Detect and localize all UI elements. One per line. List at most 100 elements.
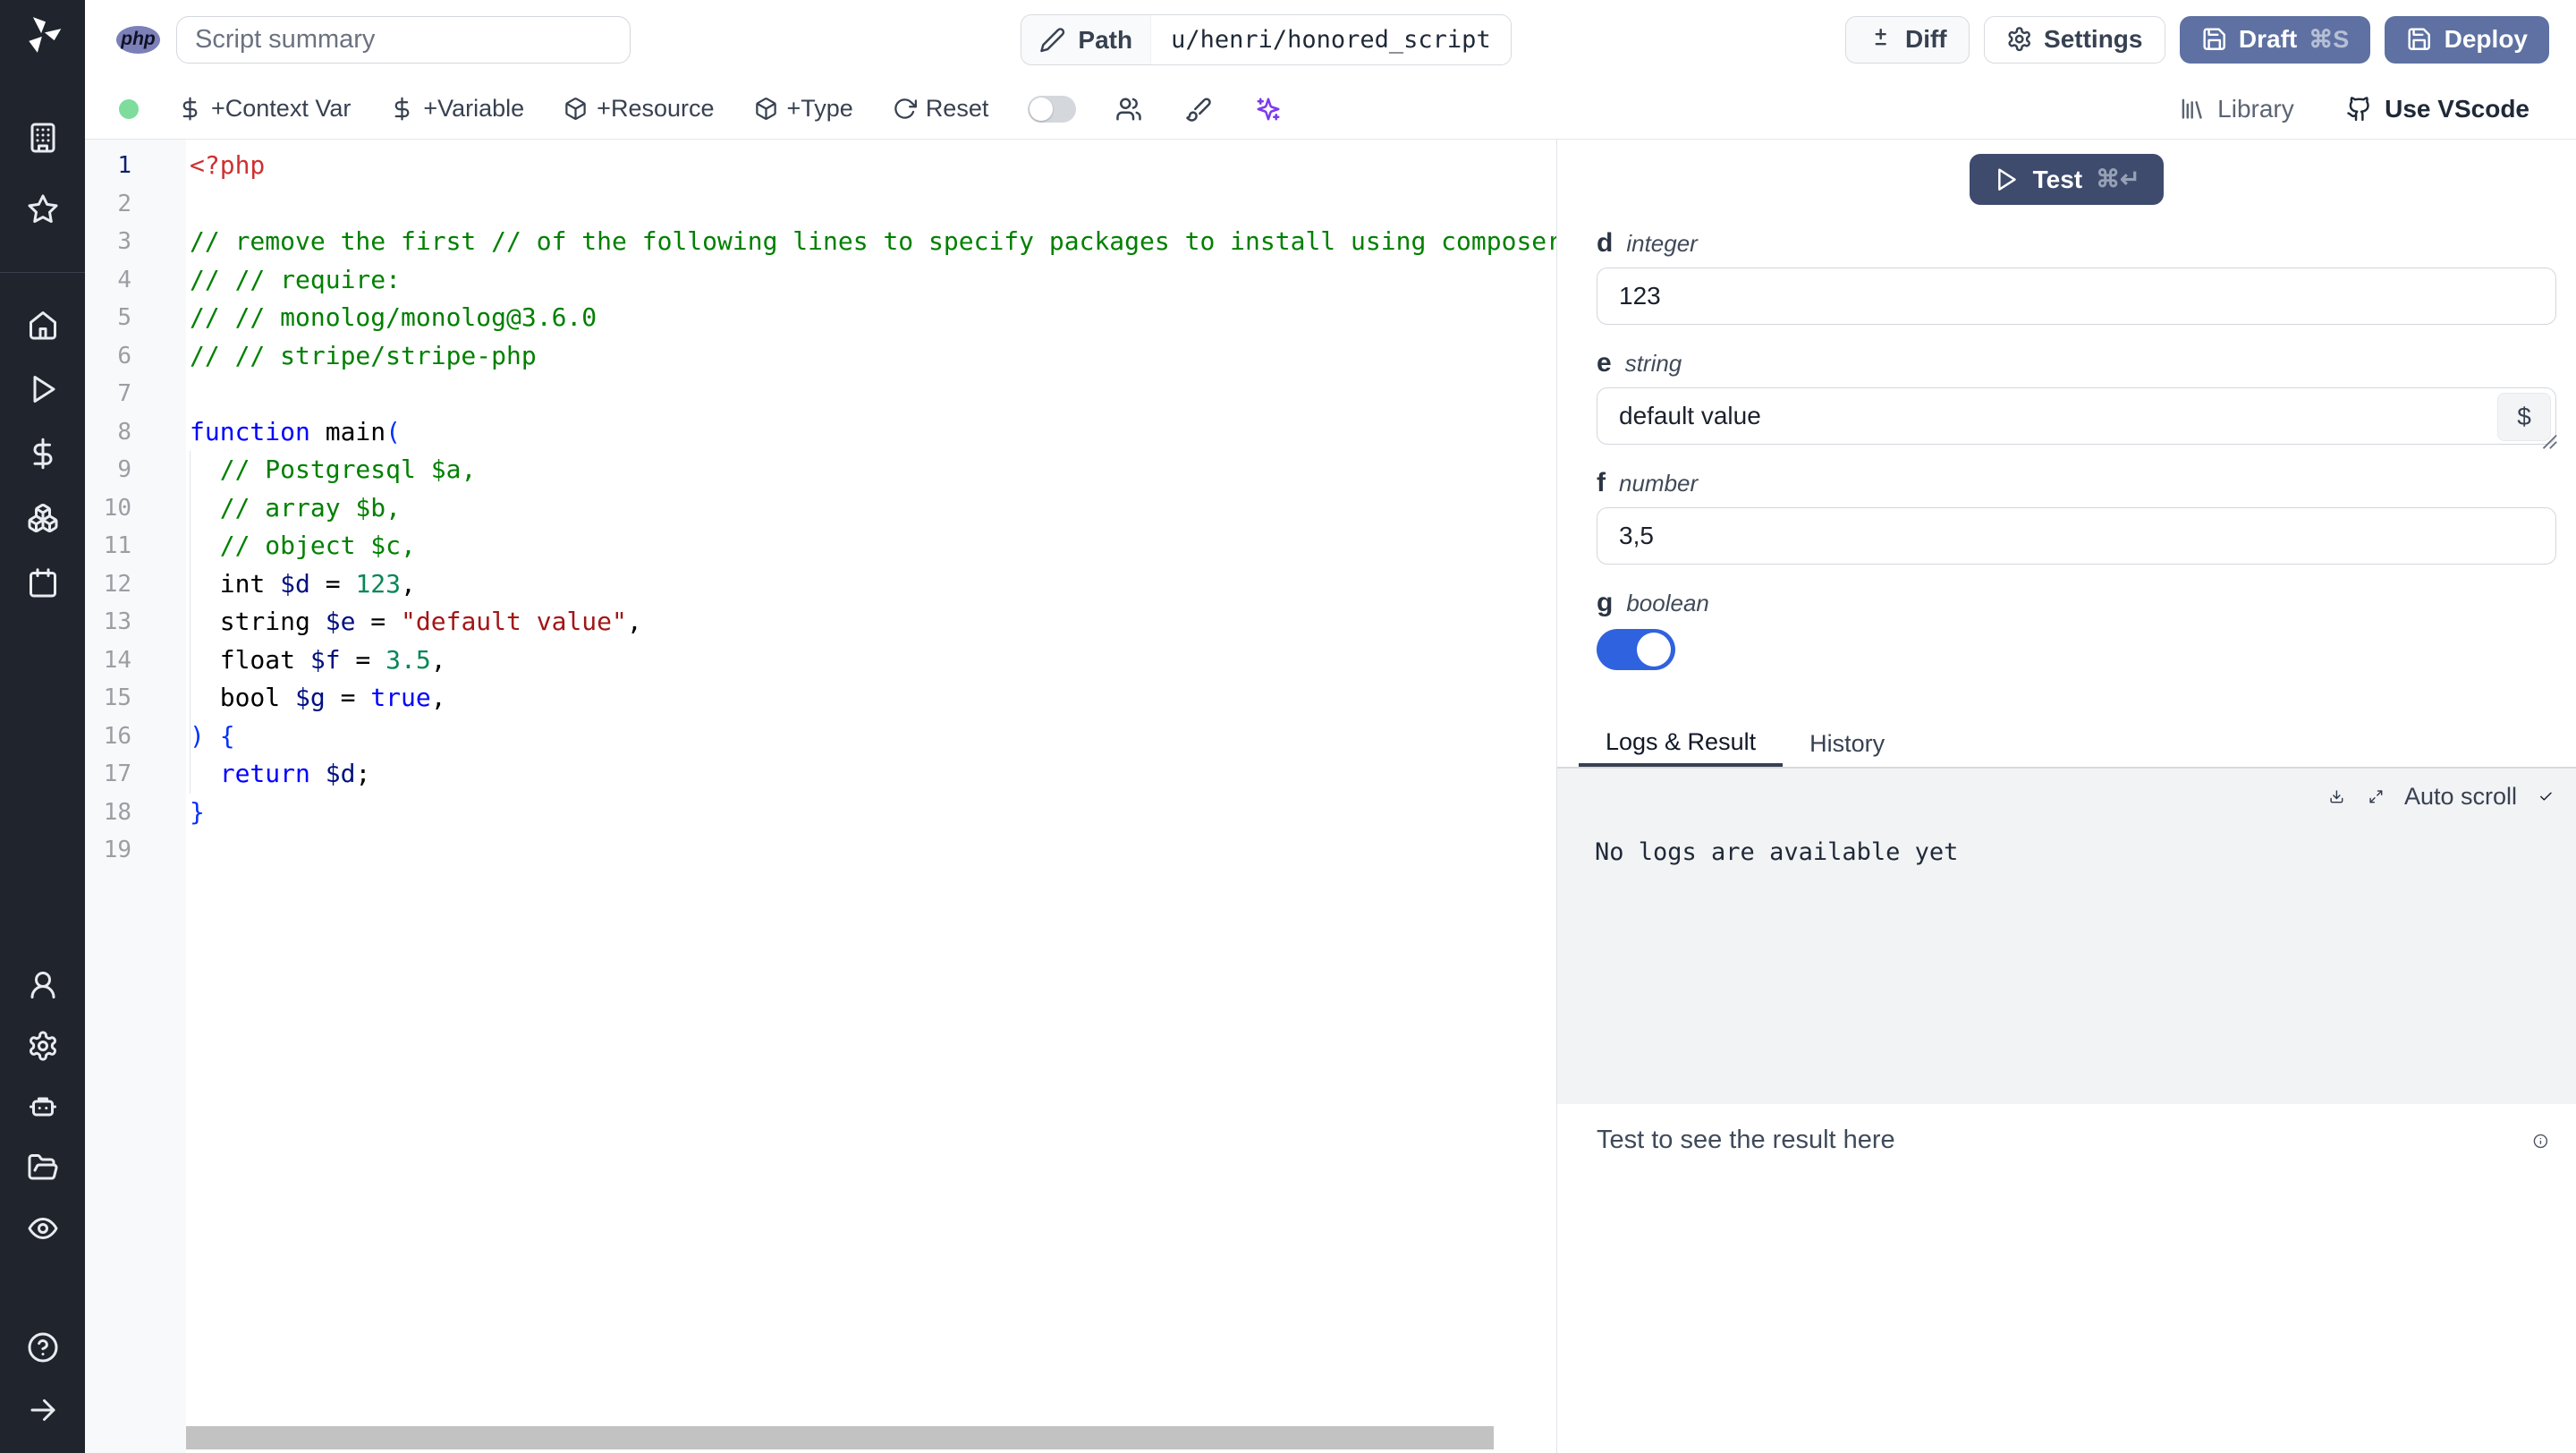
diff-mode-toggle[interactable]: [1028, 95, 1077, 123]
workspace: 1 2 3 4 5 6 7 8 9 10 11 12 13 14 15 16 17 18 19 <?php // r…: [85, 140, 2576, 1453]
sidebar-item-play[interactable]: [0, 357, 85, 421]
code-content[interactable]: <?php // remove the first // of the foll…: [186, 140, 1556, 1453]
line-number: 5: [117, 304, 131, 331]
reset-icon: [893, 97, 917, 121]
settings-button[interactable]: Settings: [1983, 15, 2165, 64]
toolbar-button-label: +Resource: [597, 95, 715, 122]
sidebar-group-lower: [0, 955, 85, 1259]
draft-shortcut: ⌘S: [2309, 25, 2350, 53]
field-e-input[interactable]: [1597, 387, 2556, 445]
line-number: 9: [117, 456, 131, 483]
use-vscode-button[interactable]: Use VScode: [2346, 95, 2529, 123]
line-number-gutter: 1 2 3 4 5 6 7 8 9 10 11 12 13 14 15 16 17 18 19: [85, 140, 186, 1453]
diff-button[interactable]: Diff: [1844, 15, 1970, 64]
field-d-name: d: [1597, 228, 1614, 258]
sidebar-item-star[interactable]: [0, 174, 85, 245]
sidebar-item-user[interactable]: [0, 955, 85, 1015]
auto-scroll-label[interactable]: Auto scroll: [2404, 783, 2517, 811]
field-g-toggle[interactable]: [1597, 629, 1675, 670]
toolbar-button-label: +Context Var: [211, 95, 352, 122]
sparkles-icon[interactable]: [1255, 96, 1282, 123]
field-e-type: string: [1624, 350, 1682, 377]
sidebar-item-arrow-right[interactable]: [0, 1379, 85, 1441]
tab-logs-result[interactable]: Logs & Result: [1579, 720, 1784, 767]
sidebar-item-folder-open[interactable]: [0, 1137, 85, 1198]
code-editor[interactable]: 1 2 3 4 5 6 7 8 9 10 11 12 13 14 15 16 17 18 19 <?php // r…: [85, 140, 1556, 1453]
draft-button[interactable]: Draft ⌘S: [2179, 15, 2371, 64]
indent-guide: [190, 451, 191, 794]
check-icon[interactable]: [2535, 786, 2556, 808]
field-f-type: number: [1619, 470, 1699, 497]
field-g-name: g: [1597, 588, 1614, 617]
code-line: float $f = 3.5,: [190, 644, 446, 675]
logs-empty-message: No logs are available yet: [1595, 838, 1959, 866]
path-value: u/henri/honored_script: [1150, 15, 1511, 64]
script-path-widget[interactable]: Path u/henri/honored_script: [1021, 14, 1512, 65]
code-line: function main(: [190, 416, 402, 446]
download-icon[interactable]: [2326, 786, 2347, 808]
line-number: 10: [103, 494, 131, 522]
argument-fields: d integer e string $: [1557, 205, 2576, 670]
add-context-var-button[interactable]: +Context Var: [178, 95, 351, 123]
code-line: bool $g = true,: [190, 683, 446, 712]
test-button[interactable]: Test ⌘↵: [1970, 154, 2164, 205]
line-number: 13: [103, 608, 131, 635]
sidebar-group-top: [0, 102, 85, 245]
field-d: d integer: [1597, 228, 2556, 325]
field-d-type: integer: [1626, 230, 1698, 257]
script-summary-input[interactable]: [176, 15, 631, 64]
field-g-type: boolean: [1626, 590, 1709, 616]
sidebar-item-help[interactable]: [0, 1316, 85, 1379]
resize-handle[interactable]: [2538, 430, 2558, 450]
sidebar-item-building[interactable]: [0, 102, 85, 174]
library-icon: [2179, 96, 2205, 122]
code-line: // Postgresql $a,: [219, 455, 477, 484]
sidebar-item-gear[interactable]: [0, 1015, 85, 1076]
field-e-name: e: [1597, 348, 1612, 378]
library-button[interactable]: Library: [2179, 95, 2294, 123]
gear-icon: [2006, 26, 2032, 52]
expand-icon[interactable]: [2365, 786, 2386, 808]
tab-history[interactable]: History: [1783, 720, 1911, 767]
sidebar-item-calendar[interactable]: [0, 550, 85, 615]
reset-button[interactable]: Reset: [893, 95, 988, 123]
test-row: Test ⌘↵: [1557, 140, 2576, 205]
brush-icon[interactable]: [1185, 96, 1212, 123]
sidebar-item-dollar[interactable]: [0, 421, 85, 486]
app-root: php Path u/henri/honored_script Diff Set…: [0, 0, 2576, 1453]
sidebar-item-eye[interactable]: [0, 1198, 85, 1259]
add-resource-button[interactable]: +Resource: [564, 95, 715, 123]
save-icon: [2201, 26, 2227, 52]
main-column: php Path u/henri/honored_script Diff Set…: [85, 0, 2576, 1453]
line-number: 12: [103, 570, 131, 598]
horizontal-scrollbar[interactable]: [186, 1426, 1494, 1449]
field-f-name: f: [1597, 468, 1606, 497]
editor-toolbar: +Context Var +Variable +Resource +Type Reset…: [85, 79, 2576, 140]
line-number: 15: [103, 684, 131, 711]
code-line: // remove the first // of the following …: [190, 226, 1556, 256]
sidebar-item-home[interactable]: [0, 293, 85, 357]
field-f-input[interactable]: [1597, 507, 2556, 565]
field-d-input[interactable]: [1597, 268, 2556, 325]
pencil-icon: [1039, 27, 1065, 53]
code-line: <?php: [190, 150, 266, 180]
info-icon[interactable]: [2527, 1127, 2555, 1155]
add-variable-button[interactable]: +Variable: [390, 95, 524, 123]
deploy-button-label: Deploy: [2444, 25, 2528, 53]
package-icon: [564, 97, 588, 121]
deploy-button[interactable]: Deploy: [2385, 15, 2549, 64]
line-number: 19: [103, 837, 131, 863]
add-type-button[interactable]: +Type: [754, 95, 853, 123]
right-panel: Test ⌘↵ d integer e: [1556, 140, 2576, 1453]
toolbar-button-label: +Type: [786, 95, 853, 122]
field-g-label: g boolean: [1597, 588, 2556, 618]
settings-button-label: Settings: [2044, 25, 2143, 53]
sidebar-item-boxes[interactable]: [0, 486, 85, 550]
code-line: ) {: [190, 720, 235, 751]
users-icon[interactable]: [1115, 96, 1142, 123]
dollar-icon: [390, 97, 414, 121]
sidebar-item-bot[interactable]: [0, 1076, 85, 1137]
topbar: php Path u/henri/honored_script Diff Set…: [85, 0, 2576, 79]
